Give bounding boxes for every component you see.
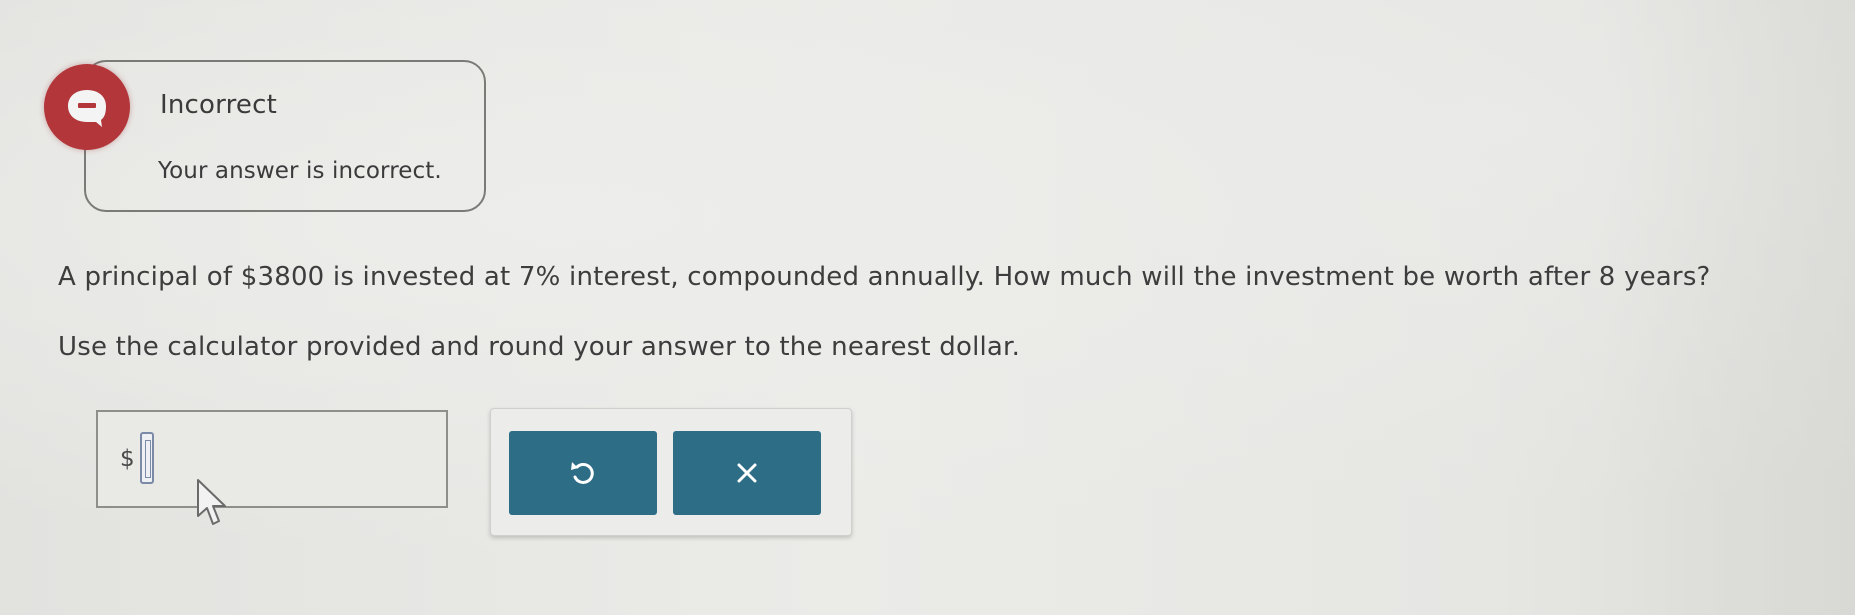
undo-icon [571,462,594,484]
question-prompt: A principal of $3800 is invested at 7% i… [58,262,1711,292]
mouse-pointer-icon [197,479,226,525]
feedback-message: Your answer is incorrect. [158,158,442,184]
chat-bubble-icon [68,90,106,127]
screen-glare [1600,0,1855,615]
answer-input[interactable]: $ [96,410,448,508]
answer-tools-panel [490,408,852,536]
answer-entry-field[interactable] [140,432,154,484]
feedback-title: Incorrect [160,90,277,120]
incorrect-status-icon [44,64,130,150]
question-instruction: Use the calculator provided and round yo… [58,332,1021,362]
currency-symbol: $ [120,446,135,472]
undo-button[interactable] [509,431,657,515]
close-icon [737,463,757,483]
feedback-box [84,60,486,212]
text-caret [145,440,151,478]
clear-button[interactable] [673,431,821,515]
